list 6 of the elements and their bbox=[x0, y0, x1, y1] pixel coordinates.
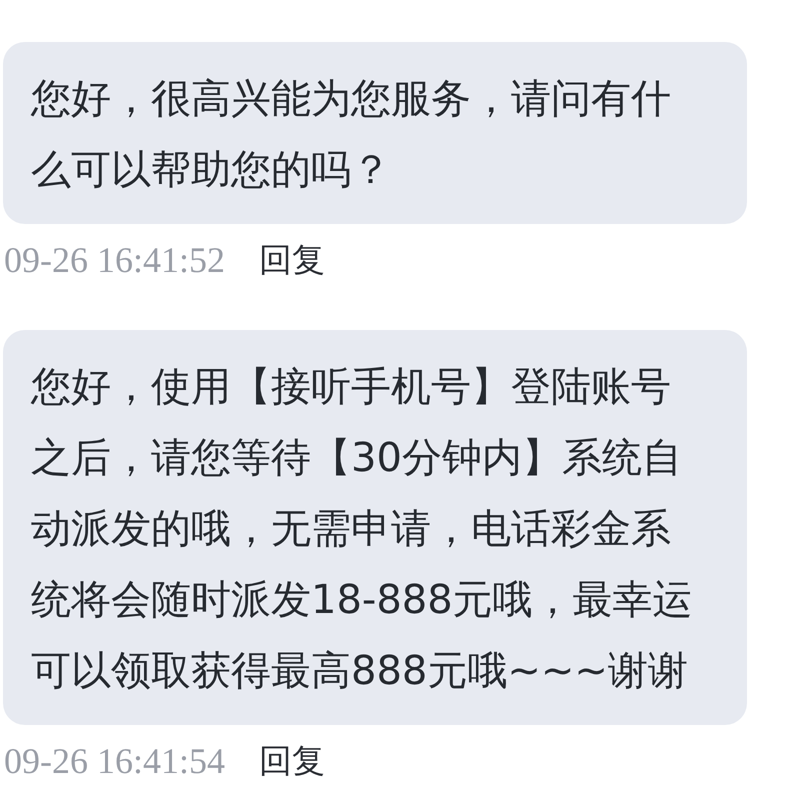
message-bubble: 您好，使用【接听手机号】登陆账号之后，请您等待【30分钟内】系统自动派发的哦，无需申请，电话彩金系统将会随时派发18-888元哦，最幸运可以领取获得最高888元哦~~~谢谢 bbox=[3, 330, 747, 725]
reply-link[interactable]: 回复 bbox=[259, 238, 325, 282]
message-time: 09-26 16:41:54 bbox=[4, 740, 225, 782]
message-bubble: 您好，很高兴能为您服务，请问有什么可以帮助您的吗？ bbox=[3, 42, 747, 224]
reply-link[interactable]: 回复 bbox=[259, 738, 325, 784]
message-time: 09-26 16:41:52 bbox=[4, 239, 225, 281]
